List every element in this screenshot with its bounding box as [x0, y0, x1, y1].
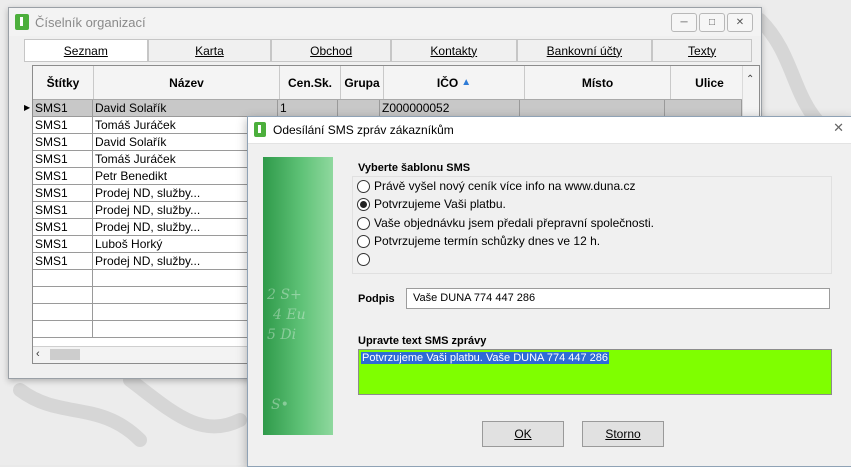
template-option-2[interactable]: Potvrzujeme Vaši platbu.	[357, 197, 506, 211]
template-section-label: Vyberte šablonu SMS	[358, 162, 471, 174]
table-cell: SMS1	[33, 253, 93, 269]
table-cell: SMS1	[33, 219, 93, 235]
table-cell	[520, 100, 665, 116]
sms-text-area[interactable]: Potvrzujeme Vaši platbu. Vaše DUNA 774 4…	[358, 349, 832, 395]
table-cell	[33, 287, 93, 303]
ok-button[interactable]: OK	[482, 421, 564, 447]
template-option-label: Vaše objednávku jsem předali přepravní s…	[374, 216, 654, 230]
template-option-5[interactable]	[357, 253, 374, 266]
tab-seznam[interactable]: Seznam	[24, 39, 148, 61]
tab-bar: Seznam Karta Obchod Kontakty Bankovní úč…	[24, 39, 753, 62]
template-option-1[interactable]: Právě vyšel nový ceník více info na www.…	[357, 179, 635, 193]
table-cell: Z000000052	[380, 100, 520, 116]
sort-asc-icon: ▲	[461, 77, 472, 88]
radio-icon	[357, 234, 370, 248]
close-icon[interactable]: ✕	[727, 13, 753, 32]
tab-karta[interactable]: Karta	[147, 39, 272, 61]
table-cell	[33, 304, 93, 320]
table-cell	[665, 100, 742, 116]
column-header-nazev[interactable]: Název	[94, 66, 280, 99]
tab-obchod[interactable]: Obchod	[271, 39, 391, 61]
column-header-misto[interactable]: Místo	[525, 66, 671, 99]
template-option-label: Potvrzujeme Vaši platbu.	[374, 197, 506, 211]
table-cell: SMS1	[33, 236, 93, 252]
storno-button[interactable]: Storno	[582, 421, 664, 447]
template-option-label: Právě vyšel nový ceník více info na www.…	[374, 179, 636, 193]
table-cell: SMS1	[33, 100, 93, 116]
table-cell: 1	[278, 100, 338, 116]
template-option-label: Potvrzujeme termín schůzky dnes ve 12 h.	[374, 234, 601, 248]
table-row[interactable]: ▶ SMS1 David Solařík 1 Z000000052	[24, 100, 742, 117]
window-title: Číselník organizací	[35, 15, 146, 30]
sms-text-label: Upravte text SMS zprávy	[358, 335, 487, 347]
table-cell: SMS1	[33, 151, 93, 167]
maximize-icon[interactable]: □	[699, 13, 725, 32]
table-cell: SMS1	[33, 134, 93, 150]
app-icon	[15, 14, 29, 30]
scroll-left-icon[interactable]: ‹	[36, 348, 40, 360]
sms-dialog[interactable]: Odesílání SMS zpráv zákazníkům ✕ 2 S+ 4 …	[247, 116, 851, 467]
tab-kontakty[interactable]: Kontakty	[390, 39, 517, 61]
horizontal-scrollbar[interactable]: ‹	[33, 346, 263, 363]
app-icon	[254, 122, 266, 137]
column-header-censk[interactable]: Cen.Sk.	[280, 66, 341, 99]
decorative-glyph: 5 Di	[267, 327, 297, 343]
decorative-glyph: S•	[271, 397, 289, 413]
template-option-3[interactable]: Vaše objednávku jsem předali přepravní s…	[357, 216, 654, 230]
table-cell	[33, 270, 93, 286]
decorative-green-panel: 2 S+ 4 Eu 5 Di S•	[263, 157, 333, 435]
tab-bankovni-ucty[interactable]: Bankovní účty	[516, 39, 653, 61]
row-pointer-icon: ▶	[24, 103, 31, 112]
decorative-glyph: 2 S+	[267, 287, 302, 303]
table-cell: SMS1	[33, 168, 93, 184]
column-header-ico-label: IČO	[436, 75, 459, 90]
table-cell	[338, 100, 380, 116]
column-header-ico[interactable]: IČO ▲	[384, 66, 525, 99]
close-icon[interactable]: ✕	[833, 120, 844, 136]
table-cell: SMS1	[33, 117, 93, 133]
tab-texty[interactable]: Texty	[652, 39, 753, 61]
scrollbar-thumb[interactable]	[50, 349, 80, 360]
column-header-ulice[interactable]: Ulice	[671, 66, 749, 99]
table-cell: SMS1	[33, 202, 93, 218]
minimize-icon[interactable]: ─	[671, 13, 697, 32]
table-header: Štítky Název Cen.Sk. Grupa IČO ▲ Místo U…	[33, 66, 749, 100]
table-cell	[33, 321, 93, 337]
column-header-stitky[interactable]: Štítky	[33, 66, 94, 99]
signature-label: Podpis	[358, 293, 395, 305]
dialog-titlebar[interactable]: Odesílání SMS zpráv zákazníkům ✕	[248, 117, 851, 144]
table-cell: SMS1	[33, 185, 93, 201]
column-header-grupa[interactable]: Grupa	[341, 66, 384, 99]
window-titlebar[interactable]: Číselník organizací ─ □ ✕	[9, 8, 761, 36]
signature-input[interactable]: Vaše DUNA 774 447 286	[406, 288, 830, 309]
template-option-4[interactable]: Potvrzujeme termín schůzky dnes ve 12 h.	[357, 234, 600, 248]
radio-icon	[357, 179, 370, 193]
scroll-up-icon[interactable]: ⌃	[746, 74, 754, 85]
radio-selected-icon	[357, 197, 370, 211]
dialog-title: Odesílání SMS zpráv zákazníkům	[273, 123, 454, 137]
radio-icon	[357, 253, 370, 266]
table-cell: David Solařík	[93, 100, 278, 116]
radio-icon	[357, 216, 370, 230]
decorative-glyph: 4 Eu	[273, 307, 306, 323]
sms-text-selected: Potvrzujeme Vaši platbu. Vaše DUNA 774 4…	[361, 352, 610, 364]
